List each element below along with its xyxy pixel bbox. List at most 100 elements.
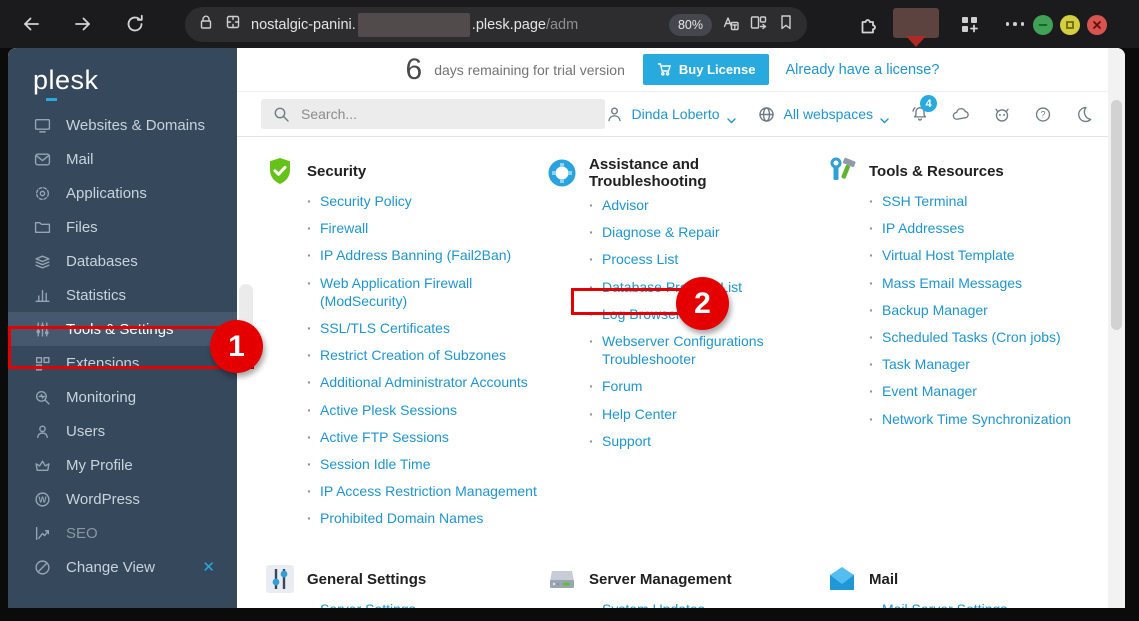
gear-icon [33, 184, 51, 202]
sidebar-item-mail[interactable]: Mail [8, 142, 237, 176]
section-title: Tools & Resources [869, 162, 1004, 180]
window-close-button[interactable] [1087, 15, 1107, 35]
section-title: Assistance and Troubleshooting [589, 156, 707, 190]
link-backup-manager[interactable]: Backup Manager [882, 302, 988, 318]
zoom-level-badge[interactable]: 80% [668, 13, 712, 36]
sidebar-item-users[interactable]: Users [8, 414, 237, 448]
list-item: IP Address Banning (Fail2Ban) [307, 246, 537, 264]
link-prohibited-domain-names[interactable]: Prohibited Domain Names [320, 510, 483, 526]
site-info-icon[interactable] [224, 13, 242, 36]
link-active-plesk-sessions[interactable]: Active Plesk Sessions [320, 402, 457, 418]
link-additional-admin-accounts[interactable]: Additional Administrator Accounts [320, 374, 528, 390]
sidebar-item-change-view[interactable]: Change View ✕ [8, 550, 237, 584]
link-event-manager[interactable]: Event Manager [882, 383, 977, 399]
help-icon[interactable]: ? [1033, 104, 1053, 124]
link-ip-addresses[interactable]: IP Addresses [882, 220, 964, 236]
notification-badge: 4 [920, 95, 937, 112]
list-item: Task Manager [869, 355, 1099, 373]
sidebar-item-label: Databases [66, 252, 138, 270]
sidebar-item-my-profile[interactable]: My Profile [8, 448, 237, 482]
link-server-settings[interactable]: Server Settings [320, 601, 416, 608]
notifications-bell-icon[interactable]: 4 [910, 95, 937, 124]
link-virtual-host-template[interactable]: Virtual Host Template [882, 247, 1015, 263]
link-webserver-config-troubleshooter[interactable]: Webserver Configurations Troubleshooter [602, 333, 764, 367]
link-mail-server-settings[interactable]: Mail Server Settings [882, 601, 1007, 608]
link-advisor[interactable]: Advisor [602, 197, 649, 213]
link-firewall[interactable]: Firewall [320, 220, 368, 236]
webspaces-selector[interactable]: All webspaces [757, 104, 890, 124]
link-system-updates[interactable]: System Updates [602, 601, 705, 608]
page-scrollbar-thumb[interactable] [1111, 100, 1122, 330]
tools-icon [827, 156, 857, 186]
link-session-idle-time[interactable]: Session Idle Time [320, 456, 431, 472]
list-item: Network Time Synchronization [869, 410, 1099, 428]
section-general-settings: General Settings Server Settings [265, 564, 537, 608]
split-screen-icon[interactable] [749, 13, 768, 37]
sidebar-item-label: WordPress [66, 490, 140, 508]
url-path: /adm [545, 16, 579, 33]
link-task-manager[interactable]: Task Manager [882, 356, 970, 372]
sidebar-item-statistics[interactable]: Statistics [8, 278, 237, 312]
link-network-time-sync[interactable]: Network Time Synchronization [882, 411, 1071, 427]
link-web-application-firewall[interactable]: Web Application Firewall (ModSecurity) [320, 275, 472, 309]
bookmark-icon[interactable] [777, 13, 795, 36]
menu-dots-icon[interactable] [1002, 11, 1028, 37]
browser-chrome: nostalgic-panini. .plesk.page/adm 80% [0, 0, 1139, 48]
link-security-policy[interactable]: Security Policy [320, 193, 412, 209]
link-help-center[interactable]: Help Center [602, 406, 677, 422]
link-ip-access-restriction[interactable]: IP Access Restriction Management [320, 483, 537, 499]
search-icon [271, 104, 291, 124]
back-icon[interactable] [18, 11, 44, 37]
server-icon [547, 564, 577, 594]
cloud-icon[interactable] [951, 104, 971, 124]
window-maximize-button[interactable] [1060, 15, 1080, 35]
profile-avatar[interactable] [893, 8, 939, 47]
window-minimize-button[interactable] [1033, 15, 1053, 35]
sidebar-item-applications[interactable]: Applications [8, 176, 237, 210]
assistant-bot-icon[interactable] [992, 104, 1012, 124]
change-view-close-icon[interactable]: ✕ [202, 558, 215, 576]
url-bar[interactable]: nostalgic-panini. .plesk.page/adm 80% [185, 7, 807, 42]
link-diagnose-repair[interactable]: Diagnose & Repair [602, 224, 720, 240]
user-menu[interactable]: Dinda Loberto [605, 104, 736, 124]
link-restrict-subzones[interactable]: Restrict Creation of Subzones [320, 347, 506, 363]
translate-icon[interactable] [721, 13, 740, 37]
section-mail: Mail Mail Server Settings [827, 564, 1099, 608]
layers-icon [33, 252, 51, 270]
sidebar-item-wordpress[interactable]: W WordPress [8, 482, 237, 516]
link-ssl-tls-certificates[interactable]: SSL/TLS Certificates [320, 320, 450, 336]
buy-license-button[interactable]: Buy License [642, 54, 770, 85]
sidebar-item-files[interactable]: Files [8, 210, 237, 244]
search-box[interactable] [261, 99, 605, 129]
link-scheduled-tasks[interactable]: Scheduled Tasks (Cron jobs) [882, 329, 1061, 345]
dark-mode-moon-icon[interactable] [1074, 104, 1094, 124]
link-forum[interactable]: Forum [602, 378, 642, 394]
annotation-step-2: 2 [676, 277, 729, 330]
page-scrollbar-track[interactable] [1108, 48, 1125, 608]
apps-grid-icon[interactable] [956, 11, 982, 37]
link-ip-address-banning[interactable]: IP Address Banning (Fail2Ban) [320, 247, 511, 263]
trial-banner: 6 days remaining for trial version Buy L… [237, 48, 1108, 92]
link-active-ftp-sessions[interactable]: Active FTP Sessions [320, 429, 449, 445]
list-item: Security Policy [307, 192, 537, 210]
list-item: Event Manager [869, 382, 1099, 400]
sidebar-item-databases[interactable]: Databases [8, 244, 237, 278]
list-item: Mail Server Settings [869, 600, 1099, 608]
shield-check-icon [265, 156, 295, 186]
already-have-license-link[interactable]: Already have a license? [785, 62, 939, 78]
sidebar-item-seo[interactable]: SEO [8, 516, 237, 550]
sidebar-item-websites-domains[interactable]: Websites & Domains [8, 108, 237, 142]
list-item: IP Addresses [869, 219, 1099, 237]
link-ssh-terminal[interactable]: SSH Terminal [882, 193, 967, 209]
reload-icon[interactable] [122, 11, 148, 37]
lock-icon[interactable] [197, 13, 215, 36]
user-name: Dinda Loberto [631, 106, 720, 122]
link-process-list[interactable]: Process List [602, 251, 678, 267]
sidebar-item-monitoring[interactable]: Monitoring [8, 380, 237, 414]
link-mass-email-messages[interactable]: Mass Email Messages [882, 275, 1022, 291]
link-support[interactable]: Support [602, 433, 651, 449]
extensions-puzzle-icon[interactable] [855, 11, 881, 37]
forward-icon[interactable] [70, 11, 96, 37]
search-input[interactable] [299, 105, 595, 123]
sidebar-item-label: Mail [66, 150, 94, 168]
